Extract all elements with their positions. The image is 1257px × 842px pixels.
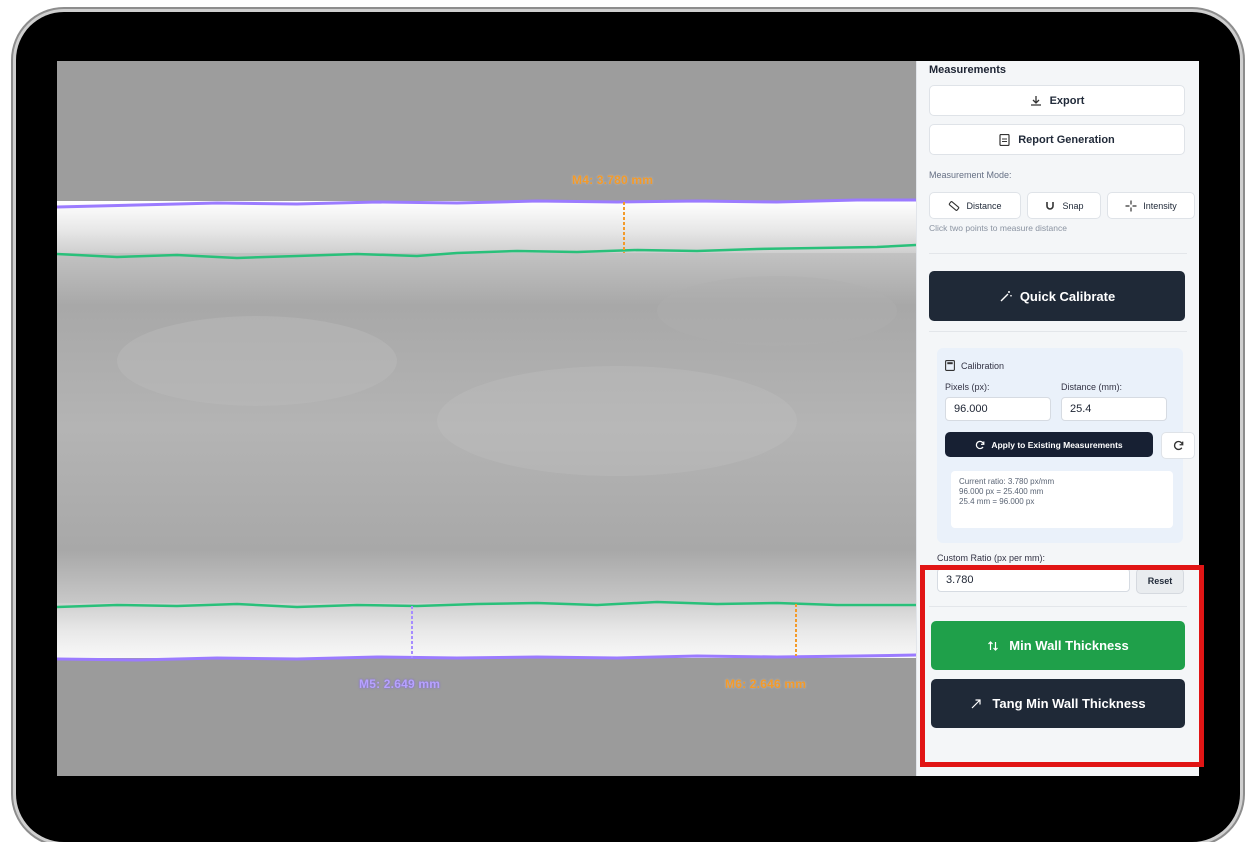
document-icon	[999, 133, 1010, 146]
ratio-info-box: Current ratio: 3.780 px/mm 96.000 px = 2…	[951, 471, 1173, 528]
ratio-info-line: Current ratio: 3.780 px/mm	[959, 477, 1055, 486]
image-viewer[interactable]: M4: 3.780 mm M5: 2.649 mm M6: 2.646 mm	[57, 61, 916, 776]
ruler-icon	[948, 200, 960, 212]
reset-button[interactable]: Reset	[1136, 568, 1184, 594]
distance-label: Distance (mm):	[1061, 382, 1123, 392]
magic-wand-icon	[999, 290, 1012, 303]
report-generation-button[interactable]: Report Generation	[929, 124, 1185, 155]
magnet-icon	[1044, 200, 1056, 212]
app-screen: M4: 3.780 mm M5: 2.649 mm M6: 2.646 mm M…	[57, 61, 1199, 776]
refresh-button[interactable]	[1161, 432, 1195, 459]
export-button[interactable]: Export	[929, 85, 1185, 116]
tang-min-wall-thickness-button[interactable]: Tang Min Wall Thickness	[931, 679, 1185, 728]
reset-label: Reset	[1147, 576, 1173, 586]
ratio-info-line: 25.4 mm = 96.000 px	[959, 497, 1035, 506]
custom-ratio-label: Custom Ratio (px per mm):	[937, 553, 1046, 563]
diagonal-arrow-icon	[970, 698, 982, 710]
apply-to-existing-button[interactable]: Apply to Existing Measurements	[945, 432, 1153, 457]
min-wall-thickness-button[interactable]: Min Wall Thickness	[931, 621, 1185, 670]
sort-arrows-icon	[987, 640, 999, 652]
divider	[929, 606, 1187, 607]
measurements-panel: Measurements Export Report Generation Me…	[916, 61, 1199, 776]
quick-calibrate-button[interactable]: Quick Calibrate	[929, 271, 1185, 321]
xray-image	[57, 61, 916, 776]
mode-intensity-label: Intensity	[1143, 200, 1177, 211]
apply-label: Apply to Existing Measurements	[991, 439, 1123, 450]
ratio-info-line: 96.000 px = 25.400 mm	[959, 487, 1044, 496]
mode-intensity-button[interactable]: Intensity	[1107, 192, 1195, 219]
measurement-label-m6[interactable]: M6: 2.646 mm	[725, 677, 806, 691]
mode-distance-label: Distance	[966, 200, 1002, 211]
divider	[929, 331, 1187, 332]
divider	[929, 253, 1187, 254]
measurement-label-m5[interactable]: M5: 2.649 mm	[359, 677, 440, 691]
mode-hint: Click two points to measure distance	[929, 223, 1067, 233]
download-icon	[1030, 95, 1042, 107]
refresh-icon	[975, 440, 985, 450]
distance-input[interactable]: 25.4	[1061, 397, 1167, 421]
calculator-icon	[945, 360, 955, 371]
refresh-icon	[1173, 440, 1184, 451]
calibration-card: Calibration Pixels (px): Distance (mm): …	[937, 348, 1195, 543]
calibration-title: Calibration	[945, 360, 1004, 371]
measurement-mode-label: Measurement Mode:	[929, 170, 1012, 180]
export-label: Export	[1049, 94, 1085, 107]
measurement-label-m4[interactable]: M4: 3.780 mm	[572, 173, 653, 187]
pixels-label: Pixels (px):	[945, 382, 990, 392]
panel-title: Measurements	[929, 64, 1007, 76]
tang-min-wall-label: Tang Min Wall Thickness	[992, 696, 1146, 711]
mode-distance-button[interactable]: Distance	[929, 192, 1021, 219]
calibration-title-text: Calibration	[961, 360, 1005, 371]
report-label: Report Generation	[1018, 133, 1115, 146]
pixels-input[interactable]: 96.000	[945, 397, 1051, 421]
mode-snap-label: Snap	[1062, 200, 1084, 211]
min-wall-label: Min Wall Thickness	[1009, 638, 1129, 653]
mode-snap-button[interactable]: Snap	[1027, 192, 1101, 219]
custom-ratio-input[interactable]: 3.780	[937, 568, 1130, 592]
quick-calibrate-label: Quick Calibrate	[1019, 288, 1116, 304]
crosshair-icon	[1125, 200, 1137, 212]
